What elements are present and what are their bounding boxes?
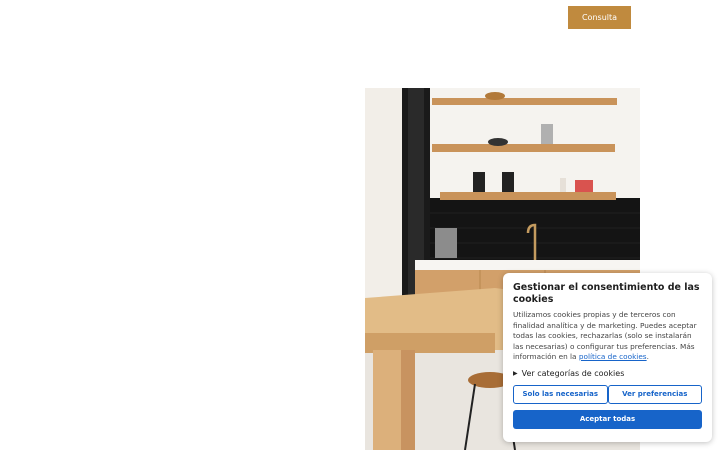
caret-right-icon: ▶ (513, 369, 518, 377)
cookie-description: Utilizamos cookies propias y de terceros… (513, 310, 697, 361)
necessary-cookies-button[interactable]: Solo las necesarias (513, 384, 608, 404)
cookie-policy-link[interactable]: política de cookies (579, 352, 647, 361)
cookie-title: Gestionar el consentimiento de las cooki… (513, 282, 700, 305)
consulta-button[interactable]: Consulta (568, 6, 631, 29)
accept-all-button[interactable]: Aceptar todas (513, 409, 702, 429)
cookie-categories-toggle[interactable]: ▶ Ver categorías de cookies (513, 369, 702, 378)
cookie-categories-label: Ver categorías de cookies (521, 368, 625, 378)
view-preferences-button[interactable]: Ver preferencias (607, 384, 702, 404)
cookie-consent-dialog: Gestionar el consentimiento de las cooki… (503, 273, 712, 442)
